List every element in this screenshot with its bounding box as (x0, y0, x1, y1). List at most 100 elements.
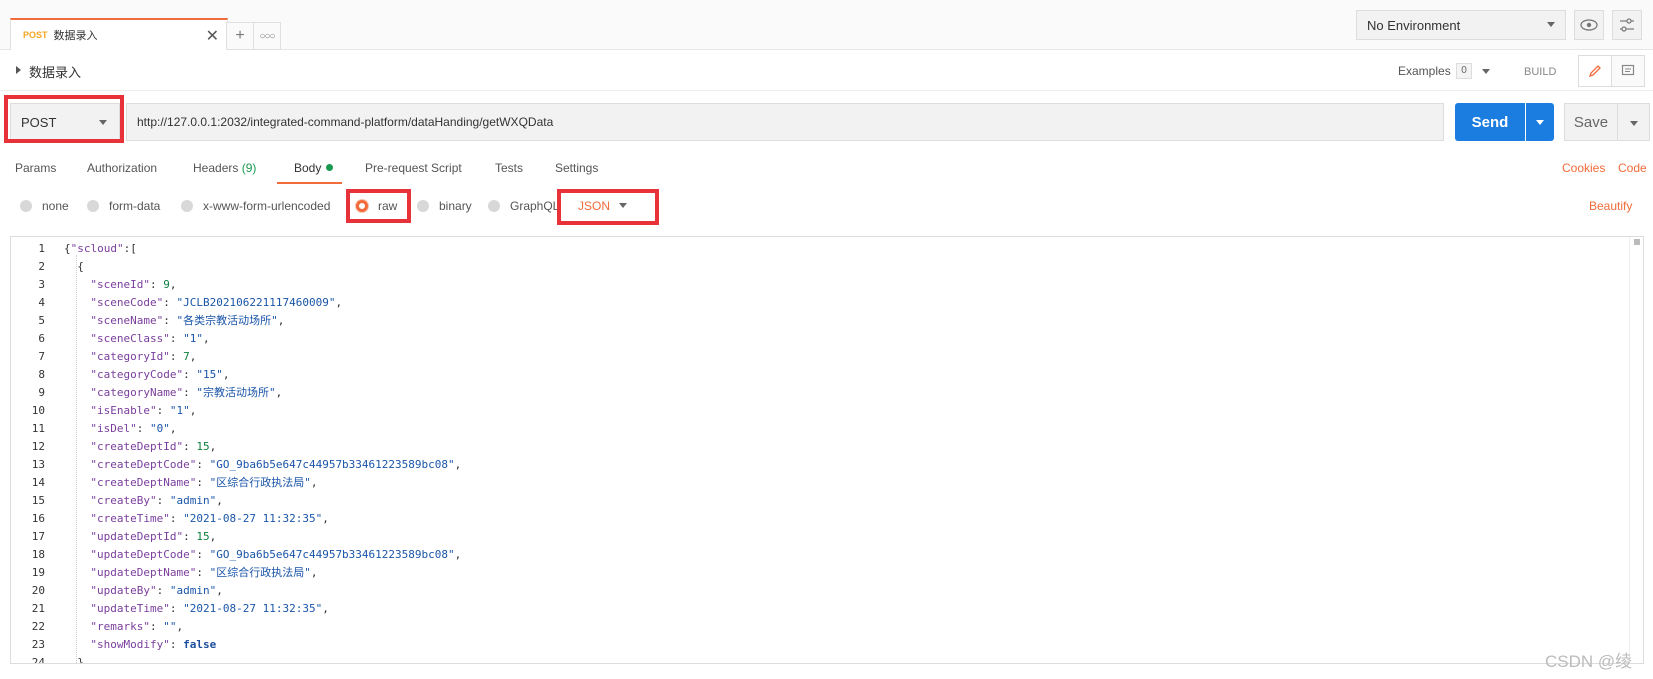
save-button[interactable]: Save (1564, 103, 1618, 141)
radio-circle (20, 200, 32, 212)
more-icon: ○○○ (259, 30, 275, 42)
editor-scrollbar[interactable] (1629, 237, 1643, 663)
code-line: 7 "categoryId": 7, (11, 348, 1611, 366)
highlight-box-json (557, 189, 659, 225)
code-punct: , (209, 440, 217, 453)
code-brace: { (64, 242, 71, 255)
code-punct: : (156, 494, 170, 507)
url-input[interactable]: http://127.0.0.1:2032/integrated-command… (126, 103, 1444, 141)
json-value: "GO_9ba6b5e647c44957b33461223589bc08" (209, 458, 455, 471)
line-number: 12 (31, 440, 45, 453)
code-line: 18 "updateDeptCode": "GO_9ba6b5e647c44957… (11, 546, 1611, 564)
request-tab-name: 数据录入 (53, 30, 98, 42)
radio-urlencoded-label: x-www-form-urlencoded (203, 199, 331, 213)
json-value: "admin" (169, 584, 217, 597)
line-number: 2 (38, 260, 45, 273)
new-tab-button[interactable]: + (226, 22, 254, 50)
tab-body[interactable]: Body (294, 161, 334, 175)
build-label[interactable]: BUILD (1524, 66, 1556, 78)
chevron-down-icon[interactable] (1482, 69, 1490, 74)
beautify-link[interactable]: Beautify (1589, 199, 1632, 213)
code-line: 9 "categoryName": "宗教活动场所", (11, 384, 1611, 402)
radio-binary[interactable]: binary (417, 199, 472, 213)
code-text: "updateDeptId": 15, (64, 528, 216, 546)
code-text: "sceneId": 9, (64, 276, 176, 294)
edit-button[interactable] (1578, 55, 1612, 87)
radio-graphql[interactable]: GraphQL (488, 199, 559, 213)
sliders-icon (1620, 18, 1634, 32)
json-key: "sceneName" (90, 314, 164, 327)
scrollbar-thumb[interactable] (1634, 239, 1640, 245)
radio-form-data[interactable]: form-data (87, 199, 160, 213)
comment-icon (1621, 64, 1635, 76)
tab-tests[interactable]: Tests (495, 161, 523, 175)
code-punct: , (322, 512, 329, 525)
examples-dropdown[interactable]: Examples (1398, 64, 1451, 78)
code-punct: : (150, 620, 164, 633)
send-options-button[interactable] (1526, 103, 1554, 141)
code-punct: , (454, 458, 462, 471)
code-text: "createDeptName": "区综合行政执法局", (64, 474, 317, 492)
json-key: "createDeptName" (90, 476, 197, 489)
code-line: 1 {"scloud":[ (11, 240, 1611, 258)
code-text: "createDeptCode": "GO_9ba6b5e647c44957b3… (64, 456, 461, 474)
json-value: "JCLB202106221117460009" (176, 296, 336, 309)
tab-settings[interactable]: Settings (555, 161, 598, 175)
code-text: "remarks": "", (64, 618, 183, 636)
edit-icon (1588, 65, 1601, 78)
json-key: "showModify" (90, 638, 170, 651)
code-punct: : (156, 404, 170, 417)
tab-params[interactable]: Params (15, 161, 56, 175)
code-punct: : (169, 512, 184, 525)
chevron-down-icon (1630, 121, 1638, 126)
code-line: 14 "createDeptName": "区综合行政执法局", (11, 474, 1611, 492)
json-key: "updateBy" (90, 584, 157, 597)
close-icon[interactable]: ✕ (206, 26, 219, 46)
code-line: 3 "sceneId": 9, (11, 276, 1611, 294)
code-punct: , (454, 548, 462, 561)
json-value: false (183, 638, 217, 651)
code-punct: : (196, 476, 210, 489)
code-line: 13 "createDeptCode": "GO_9ba6b5e647c44957… (11, 456, 1611, 474)
line-number: 4 (38, 296, 45, 309)
json-key: "sceneCode" (90, 296, 164, 309)
code-text: "sceneCode": "JCLB202106221117460009", (64, 294, 342, 312)
manage-environments-button[interactable] (1612, 10, 1642, 40)
tab-options-button[interactable]: ○○○ (253, 22, 281, 50)
radio-urlencoded[interactable]: x-www-form-urlencoded (181, 199, 330, 213)
tab-prerequest-script[interactable]: Pre-request Script (365, 161, 462, 175)
code-punct: , (275, 386, 283, 399)
code-line: 21 "updateTime": "2021-08-27 11:32:35", (11, 600, 1611, 618)
radio-circle (87, 200, 99, 212)
request-tab[interactable]: POST 数据录入 ✕ (10, 18, 228, 50)
json-value: "区综合行政执法局" (209, 566, 311, 579)
line-number: 7 (38, 350, 45, 363)
code-text: "createTime": "2021-08-27 11:32:35", (64, 510, 329, 528)
comments-button[interactable] (1611, 55, 1645, 87)
request-tabs: Params Authorization Headers (9) Body Pr… (0, 152, 1653, 184)
code-link[interactable]: Code (1618, 161, 1647, 175)
cookies-link[interactable]: Cookies (1562, 161, 1605, 175)
line-number: 8 (38, 368, 45, 381)
body-editor[interactable]: 1 {"scloud":[ 2 {3 "sceneId": 9, 4 "sceneCode"… (10, 236, 1644, 664)
tab-headers[interactable]: Headers (9) (193, 161, 256, 175)
json-value: "1" (183, 332, 203, 345)
json-key: "createBy" (90, 494, 157, 507)
collapse-icon[interactable] (16, 66, 21, 74)
environment-quick-look-button[interactable] (1574, 10, 1604, 40)
body-type-row: none form-data x-www-form-urlencoded raw… (0, 190, 1653, 222)
tab-authorization[interactable]: Authorization (87, 161, 157, 175)
tab-headers-label: Headers (193, 161, 239, 175)
code-text: "createDeptId": 15, (64, 438, 216, 456)
send-button[interactable]: Send (1455, 103, 1525, 141)
code-line: 8 "categoryCode": "15", (11, 366, 1611, 384)
environment-select[interactable]: No Environment (1356, 10, 1566, 40)
code-text: "categoryName": "宗教活动场所", (64, 384, 282, 402)
radio-none[interactable]: none (20, 199, 69, 213)
json-value: "" (163, 620, 177, 633)
code-punct: :[ (123, 242, 137, 255)
code-punct: : (183, 530, 197, 543)
save-options-button[interactable] (1617, 103, 1650, 141)
line-number: 11 (31, 422, 45, 435)
code-punct: , (310, 566, 318, 579)
